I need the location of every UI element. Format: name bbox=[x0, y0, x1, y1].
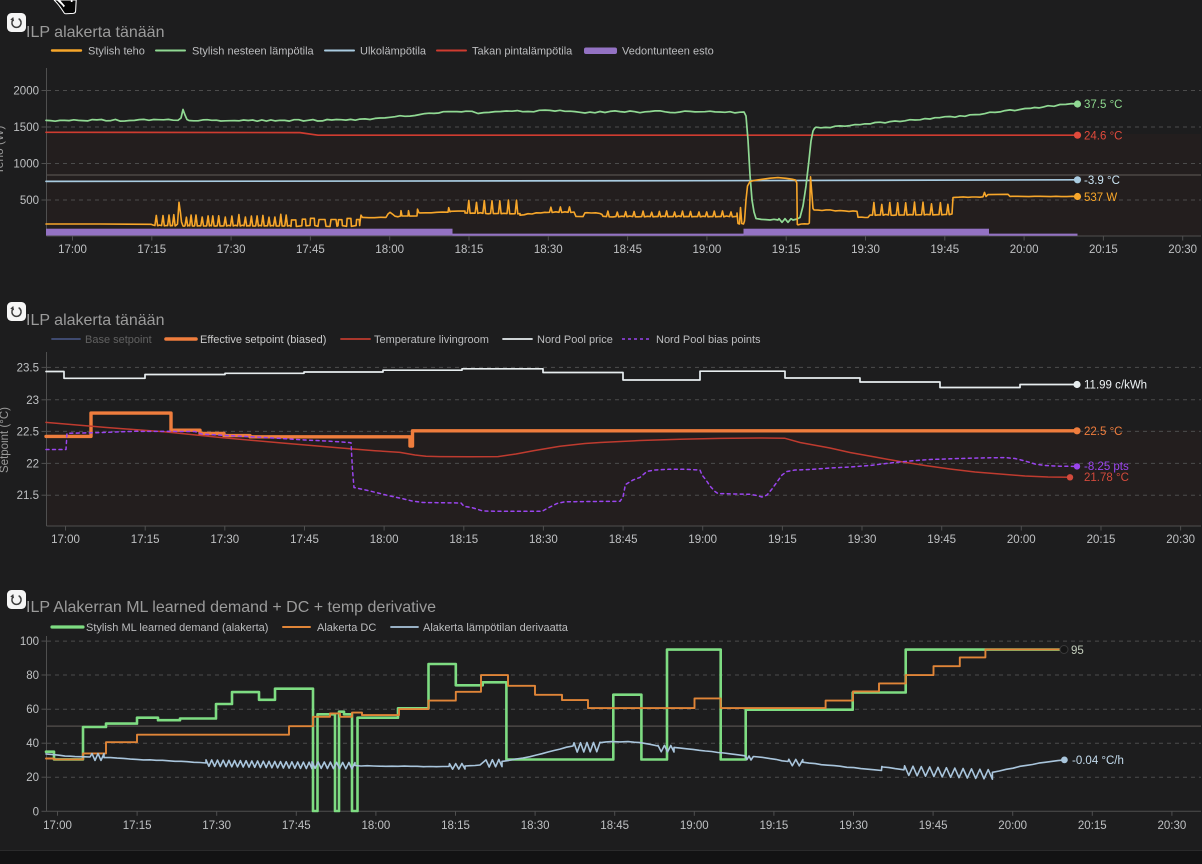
svg-text:1000: 1000 bbox=[13, 159, 39, 171]
svg-text:17:45: 17:45 bbox=[282, 820, 311, 832]
svg-text:18:15: 18:15 bbox=[441, 820, 470, 832]
svg-text:Vedontunteen esto: Vedontunteen esto bbox=[622, 46, 714, 58]
svg-text:Alakerta lämpötilan derivaatta: Alakerta lämpötilan derivaatta bbox=[423, 622, 569, 634]
svg-text:37.5 °C: 37.5 °C bbox=[1084, 99, 1122, 111]
svg-text:500: 500 bbox=[20, 195, 39, 207]
svg-text:23.5: 23.5 bbox=[17, 362, 39, 374]
svg-text:20: 20 bbox=[26, 772, 39, 784]
svg-text:19:45: 19:45 bbox=[927, 534, 956, 546]
svg-text:21.5: 21.5 bbox=[17, 490, 39, 502]
svg-text:19:00: 19:00 bbox=[688, 534, 717, 546]
svg-text:20:15: 20:15 bbox=[1078, 820, 1107, 832]
svg-text:22.5: 22.5 bbox=[17, 426, 39, 438]
svg-text:17:45: 17:45 bbox=[296, 244, 325, 256]
svg-text:Stylish teho: Stylish teho bbox=[88, 46, 145, 58]
svg-text:20:30: 20:30 bbox=[1168, 244, 1197, 256]
svg-text:18:00: 18:00 bbox=[375, 244, 404, 256]
svg-text:17:45: 17:45 bbox=[290, 534, 319, 546]
svg-text:19:30: 19:30 bbox=[851, 244, 880, 256]
svg-text:17:15: 17:15 bbox=[123, 820, 152, 832]
svg-text:18:00: 18:00 bbox=[362, 820, 391, 832]
svg-text:17:30: 17:30 bbox=[217, 244, 246, 256]
svg-text:19:30: 19:30 bbox=[839, 820, 868, 832]
svg-text:Effective setpoint (biased): Effective setpoint (biased) bbox=[200, 334, 326, 346]
svg-text:0: 0 bbox=[33, 806, 39, 818]
svg-text:20:15: 20:15 bbox=[1089, 244, 1118, 256]
svg-text:18:30: 18:30 bbox=[529, 534, 558, 546]
svg-text:18:00: 18:00 bbox=[370, 534, 399, 546]
svg-text:23: 23 bbox=[26, 395, 39, 407]
svg-text:60: 60 bbox=[26, 704, 39, 716]
svg-text:17:00: 17:00 bbox=[51, 534, 80, 546]
svg-text:20:00: 20:00 bbox=[998, 820, 1027, 832]
svg-text:-3.9 °C: -3.9 °C bbox=[1084, 175, 1120, 187]
svg-text:1500: 1500 bbox=[13, 122, 39, 134]
svg-text:18:15: 18:15 bbox=[449, 534, 478, 546]
svg-text:20:00: 20:00 bbox=[1007, 534, 1036, 546]
svg-text:18:30: 18:30 bbox=[521, 820, 550, 832]
svg-text:22: 22 bbox=[26, 458, 39, 470]
svg-text:22.5 °C: 22.5 °C bbox=[1084, 426, 1122, 438]
svg-text:18:15: 18:15 bbox=[455, 244, 484, 256]
svg-text:18:30: 18:30 bbox=[534, 244, 563, 256]
svg-text:Base setpoint: Base setpoint bbox=[85, 334, 152, 346]
svg-text:19:45: 19:45 bbox=[919, 820, 948, 832]
svg-text:537 W: 537 W bbox=[1084, 192, 1117, 204]
svg-text:17:15: 17:15 bbox=[131, 534, 160, 546]
svg-text:19:15: 19:15 bbox=[760, 820, 789, 832]
svg-text:80: 80 bbox=[26, 670, 39, 682]
svg-text:-0.04 °C/h: -0.04 °C/h bbox=[1072, 755, 1124, 767]
svg-text:20:00: 20:00 bbox=[1010, 244, 1039, 256]
svg-text:Nord Pool price: Nord Pool price bbox=[537, 334, 613, 346]
svg-text:Stylish nesteen lämpötila: Stylish nesteen lämpötila bbox=[192, 46, 315, 58]
svg-text:24.6 °C: 24.6 °C bbox=[1084, 131, 1122, 143]
svg-text:19:00: 19:00 bbox=[680, 820, 709, 832]
svg-text:20:15: 20:15 bbox=[1087, 534, 1116, 546]
svg-text:17:00: 17:00 bbox=[58, 244, 87, 256]
svg-text:Teho (W): Teho (W) bbox=[0, 126, 6, 175]
svg-text:19:30: 19:30 bbox=[848, 534, 877, 546]
svg-text:19:15: 19:15 bbox=[772, 244, 801, 256]
svg-text:95: 95 bbox=[1071, 645, 1084, 657]
svg-text:19:15: 19:15 bbox=[768, 534, 797, 546]
svg-text:40: 40 bbox=[26, 738, 39, 750]
svg-text:Takan pintalämpötila: Takan pintalämpötila bbox=[472, 46, 573, 58]
svg-text:Temperature livingroom: Temperature livingroom bbox=[374, 334, 489, 346]
svg-text:11.99 c/kWh: 11.99 c/kWh bbox=[1084, 380, 1147, 392]
svg-text:20:30: 20:30 bbox=[1166, 534, 1195, 546]
svg-text:17:15: 17:15 bbox=[137, 244, 166, 256]
svg-text:Nord Pool bias points: Nord Pool bias points bbox=[656, 334, 761, 346]
svg-text:17:30: 17:30 bbox=[210, 534, 239, 546]
svg-text:19:45: 19:45 bbox=[930, 244, 959, 256]
svg-text:2000: 2000 bbox=[13, 86, 39, 98]
svg-text:Stylish ML learned demand (ala: Stylish ML learned demand (alakerta) bbox=[86, 622, 268, 634]
svg-text:ILP alakerta tänään: ILP alakerta tänään bbox=[26, 312, 164, 329]
svg-text:18:45: 18:45 bbox=[600, 820, 629, 832]
svg-text:ILP alakerta tänään: ILP alakerta tänään bbox=[26, 24, 164, 41]
svg-text:ILP Alakerran ML learned deman: ILP Alakerran ML learned demand + DC + t… bbox=[26, 599, 436, 616]
svg-text:Ulkolämpötila: Ulkolämpötila bbox=[360, 46, 427, 58]
svg-text:Setpoint (°C): Setpoint (°C) bbox=[0, 407, 11, 473]
svg-text:18:45: 18:45 bbox=[609, 534, 638, 546]
svg-text:Alakerta DC: Alakerta DC bbox=[317, 622, 376, 634]
svg-text:17:30: 17:30 bbox=[202, 820, 231, 832]
svg-text:17:00: 17:00 bbox=[43, 820, 72, 832]
svg-text:19:00: 19:00 bbox=[693, 244, 722, 256]
svg-text:20:30: 20:30 bbox=[1158, 820, 1187, 832]
svg-text:100: 100 bbox=[20, 636, 39, 648]
svg-text:21.78 °C: 21.78 °C bbox=[1084, 472, 1129, 484]
svg-text:18:45: 18:45 bbox=[613, 244, 642, 256]
